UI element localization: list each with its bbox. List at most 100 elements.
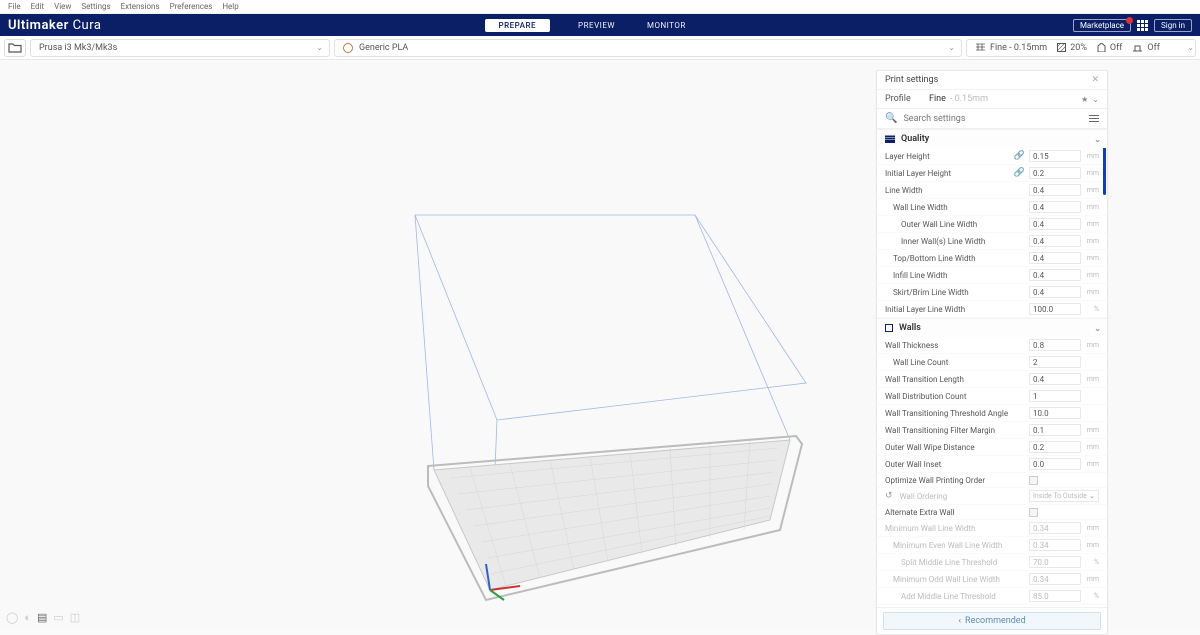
- setting-unit: mm: [1081, 237, 1099, 245]
- setting-input[interactable]: 0.34: [1029, 573, 1081, 585]
- setting-unit: %: [1081, 558, 1099, 566]
- menu-edit[interactable]: Edit: [31, 2, 45, 11]
- setting-input[interactable]: 0.4: [1029, 269, 1081, 281]
- setting-input[interactable]: 0.34: [1029, 539, 1081, 551]
- setting-input[interactable]: 0.15: [1029, 150, 1081, 162]
- setting-input[interactable]: 0.34: [1029, 522, 1081, 534]
- setting-label: Minimum Odd Wall Line Width: [885, 575, 1029, 584]
- setting-input[interactable]: 100.0: [1029, 303, 1081, 315]
- setting-input[interactable]: 0.4: [1029, 218, 1081, 230]
- setting-row: Wall Line Count2: [877, 354, 1107, 371]
- setting-input[interactable]: 0.4: [1029, 373, 1081, 385]
- setting-label: Outer Wall Wipe Distance: [885, 443, 1029, 452]
- setting-unit: mm: [1081, 575, 1099, 583]
- chevron-down-icon: ⌄: [1094, 135, 1101, 144]
- setting-label: Optimize Wall Printing Order: [885, 476, 1029, 485]
- category-quality[interactable]: Quality ⌄: [877, 129, 1107, 148]
- print-settings-summary[interactable]: Fine - 0.15mm 20% Off Off ⌄: [966, 39, 1196, 57]
- setting-unit: mm: [1081, 426, 1099, 434]
- setting-label: Wall Transitioning Threshold Angle: [885, 409, 1029, 418]
- view-icon-4[interactable]: ▭: [53, 611, 63, 624]
- tab-monitor[interactable]: MONITOR: [643, 19, 690, 32]
- setting-input[interactable]: 0.2: [1029, 167, 1081, 179]
- menu-preferences[interactable]: Preferences: [170, 2, 213, 11]
- profile-selector[interactable]: Profile Fine- 0.15mm ★ ⌄: [877, 90, 1107, 109]
- view-icon-3[interactable]: ▤: [37, 611, 47, 624]
- category-walls-label: Walls: [899, 323, 921, 333]
- material-dropdown[interactable]: Generic PLA ⌄: [334, 39, 962, 57]
- setting-input[interactable]: 0.4: [1029, 184, 1081, 196]
- open-file-button[interactable]: [4, 39, 26, 57]
- setting-label: Skirt/Brim Line Width: [885, 288, 1029, 297]
- panel-title: Print settings: [885, 75, 938, 85]
- category-walls[interactable]: Walls ⌄: [877, 318, 1107, 337]
- view-icon-5[interactable]: ◫: [70, 611, 80, 624]
- setting-unit: mm: [1081, 271, 1099, 279]
- setting-checkbox[interactable]: [1029, 508, 1081, 517]
- setting-unit: mm: [1081, 169, 1099, 177]
- setting-row: Outer Wall Inset0.0mm: [877, 456, 1107, 473]
- setting-input[interactable]: 1: [1029, 390, 1081, 402]
- menu-help[interactable]: Help: [222, 2, 238, 11]
- setting-row: Outer Wall Wipe Distance0.2mm: [877, 439, 1107, 456]
- setting-unit: mm: [1081, 375, 1099, 383]
- setting-input[interactable]: 70.0: [1029, 556, 1081, 568]
- chevron-down-icon: ⌄: [1187, 43, 1194, 52]
- setting-input[interactable]: 0.4: [1029, 235, 1081, 247]
- view-icon-2[interactable]: ◐: [24, 611, 31, 624]
- tab-prepare[interactable]: PREPARE: [485, 19, 551, 32]
- signin-button[interactable]: Sign in: [1154, 19, 1192, 32]
- setting-input[interactable]: 10.0: [1029, 407, 1081, 419]
- setting-label: Top/Bottom Line Width: [885, 254, 1029, 263]
- tab-preview[interactable]: PREVIEW: [574, 19, 619, 32]
- setting-input[interactable]: 0.2: [1029, 441, 1081, 453]
- setting-input[interactable]: 0.4: [1029, 286, 1081, 298]
- menubar: File Edit View Settings Extensions Preference…: [0, 0, 1200, 14]
- setting-dropdown[interactable]: Inside To Outside⌄: [1029, 490, 1099, 502]
- setting-row: Wall Transition Length0.4mm: [877, 371, 1107, 388]
- setting-row: Wall Distribution Count1: [877, 388, 1107, 405]
- apps-icon[interactable]: [1137, 20, 1148, 31]
- hamburger-icon[interactable]: [1089, 115, 1099, 123]
- menu-file[interactable]: File: [8, 2, 21, 11]
- close-icon[interactable]: ✕: [1091, 75, 1099, 85]
- marketplace-button[interactable]: Marketplace: [1073, 19, 1131, 32]
- setting-label: Wall Distribution Count: [885, 392, 1029, 401]
- setting-row: Split Middle Line Threshold70.0%: [877, 554, 1107, 571]
- setting-row: Minimum Odd Wall Line Width0.34mm: [877, 571, 1107, 588]
- printer-dropdown[interactable]: Prusa i3 Mk3/Mk3s ⌄: [30, 39, 330, 57]
- link-icon[interactable]: 🔗: [1014, 151, 1025, 161]
- summary-profile: Fine - 0.15mm: [990, 43, 1047, 53]
- summary-support: Off: [1110, 43, 1122, 53]
- setting-input[interactable]: 0.8: [1029, 339, 1081, 351]
- setting-label: Add Middle Line Threshold: [885, 592, 1029, 601]
- setting-input[interactable]: 0.1: [1029, 424, 1081, 436]
- menu-extensions[interactable]: Extensions: [121, 2, 160, 11]
- chevron-down-icon: ⌄: [948, 43, 955, 52]
- setting-row: Initial Layer Height🔗 0.2mm: [877, 165, 1107, 182]
- setting-row: Outer Wall Line Width0.4mm: [877, 216, 1107, 233]
- setting-row: Optimize Wall Printing Order: [877, 473, 1107, 488]
- setting-input[interactable]: 0.4: [1029, 201, 1081, 213]
- link-icon[interactable]: 🔗: [1014, 168, 1025, 178]
- setting-input[interactable]: 2: [1029, 356, 1081, 368]
- view-icon-1[interactable]: ◯: [6, 611, 18, 624]
- setting-input[interactable]: 0.4: [1029, 252, 1081, 264]
- setting-unit: %: [1081, 592, 1099, 600]
- star-icon[interactable]: ★: [1081, 95, 1088, 104]
- setting-label: Initial Layer Height: [885, 169, 1014, 178]
- setting-label: Minimum Wall Line Width: [885, 524, 1029, 533]
- menu-settings[interactable]: Settings: [81, 2, 110, 11]
- recommended-button[interactable]: ‹ Recommended: [883, 612, 1101, 630]
- setting-input[interactable]: 85.0: [1029, 590, 1081, 602]
- search-input[interactable]: [903, 114, 1083, 124]
- setting-checkbox[interactable]: [1029, 476, 1081, 485]
- setting-row: Wall Transitioning Filter Margin0.1mm: [877, 422, 1107, 439]
- reset-icon[interactable]: ↺: [885, 491, 893, 501]
- setting-row: Layer Height🔗0.15mm: [877, 148, 1107, 165]
- menu-view[interactable]: View: [54, 2, 71, 11]
- setting-label: Wall Line Width: [885, 203, 1029, 212]
- viewport-tools: ◯ ◐ ▤ ▭ ◫: [6, 611, 80, 624]
- chevron-down-icon[interactable]: ⌄: [1092, 95, 1099, 104]
- setting-input[interactable]: 0.0: [1029, 458, 1081, 470]
